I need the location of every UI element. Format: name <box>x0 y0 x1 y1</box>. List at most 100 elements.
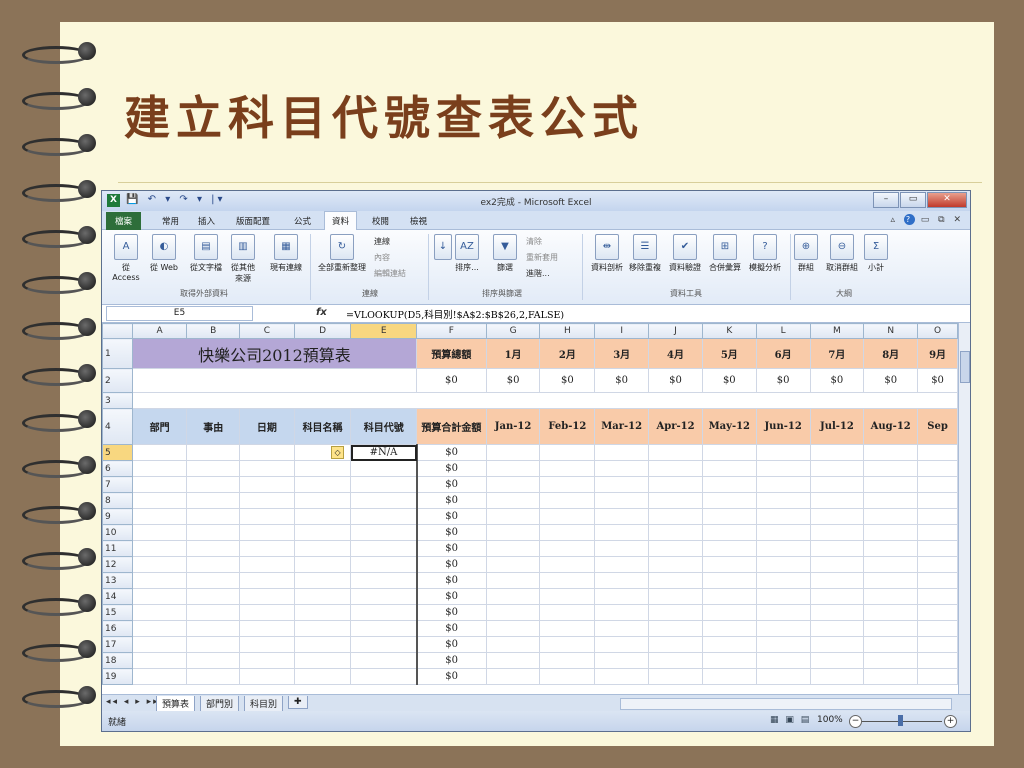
column-header[interactable]: O <box>917 323 958 339</box>
cell[interactable] <box>594 620 650 637</box>
cell[interactable] <box>863 556 919 573</box>
cell[interactable] <box>809 620 865 637</box>
cell[interactable] <box>917 476 958 493</box>
row-header[interactable]: 7 <box>102 476 133 493</box>
sheet-tab-department[interactable]: 部門別 <box>200 696 240 712</box>
cell[interactable] <box>863 476 919 493</box>
zoom-level[interactable]: 100% <box>817 715 843 725</box>
cell[interactable] <box>809 540 865 557</box>
cell[interactable] <box>350 508 418 525</box>
cell[interactable]: $0 <box>755 368 811 393</box>
sheet-title-cell[interactable]: 快樂公司2012預算表 <box>131 338 418 369</box>
ungroup-button[interactable]: ⊖ 取消群組 <box>822 234 862 273</box>
cell[interactable] <box>594 636 650 653</box>
cell[interactable] <box>594 572 650 589</box>
cell[interactable] <box>239 492 295 509</box>
cell[interactable] <box>350 588 418 605</box>
cell[interactable] <box>186 604 241 621</box>
cell[interactable] <box>648 492 703 509</box>
cell[interactable] <box>755 668 811 685</box>
row-header[interactable]: 17 <box>102 636 133 653</box>
remove-duplicates-button[interactable]: ☰ 移除重複 <box>626 234 664 273</box>
cell[interactable] <box>485 492 541 509</box>
row-header[interactable]: 14 <box>102 588 133 605</box>
cell[interactable] <box>350 476 418 493</box>
cell[interactable] <box>131 392 958 409</box>
cell[interactable]: ◇ <box>293 444 352 461</box>
data-validation-button[interactable]: ✔ 資料驗證 <box>666 234 704 273</box>
cell[interactable]: $0 <box>485 368 541 393</box>
cell[interactable] <box>701 476 757 493</box>
tab-view[interactable]: 檢視 <box>404 214 433 228</box>
cell[interactable] <box>131 540 188 557</box>
cell[interactable] <box>293 540 352 557</box>
from-web-button[interactable]: ◐ 從 Web <box>146 234 182 273</box>
column-header[interactable]: M <box>809 323 865 339</box>
cell[interactable] <box>863 572 919 589</box>
month-header[interactable]: Feb-12 <box>539 408 596 445</box>
cell[interactable] <box>186 524 241 541</box>
cell[interactable] <box>131 636 188 653</box>
row-header[interactable]: 5 <box>102 444 133 461</box>
cell[interactable] <box>131 460 188 477</box>
cell[interactable]: $0 <box>594 368 650 393</box>
cell[interactable] <box>239 588 295 605</box>
cell[interactable] <box>131 492 188 509</box>
cell[interactable] <box>809 604 865 621</box>
cell[interactable] <box>701 492 757 509</box>
cell[interactable] <box>485 636 541 653</box>
cell[interactable] <box>186 652 241 669</box>
cell[interactable] <box>539 636 596 653</box>
cell[interactable] <box>701 668 757 685</box>
advanced-button[interactable]: 進階... <box>526 268 550 279</box>
cell[interactable] <box>594 460 650 477</box>
cell[interactable] <box>293 492 352 509</box>
cell[interactable] <box>131 556 188 573</box>
reapply-button[interactable]: 重新套用 <box>526 252 558 263</box>
cell[interactable] <box>485 588 541 605</box>
tab-home[interactable]: 常用 <box>156 214 185 228</box>
filter-button[interactable]: ▼ 篩選 <box>492 234 518 273</box>
cell[interactable] <box>594 556 650 573</box>
cell[interactable] <box>131 652 188 669</box>
tab-formulas[interactable]: 公式 <box>288 214 317 228</box>
cell[interactable] <box>809 508 865 525</box>
column-header[interactable]: A <box>131 323 188 339</box>
cell[interactable] <box>809 492 865 509</box>
cell[interactable] <box>755 460 811 477</box>
cell[interactable] <box>293 636 352 653</box>
sheet-tab-accounts[interactable]: 科目別 <box>244 696 284 712</box>
cell[interactable] <box>539 476 596 493</box>
cell[interactable] <box>755 444 811 461</box>
budget-subtotal-cell[interactable]: $0 <box>415 540 487 557</box>
cell[interactable] <box>809 636 865 653</box>
cell[interactable] <box>350 652 418 669</box>
vertical-scrollbar[interactable] <box>958 323 970 694</box>
budget-subtotal-cell[interactable]: $0 <box>415 524 487 541</box>
budget-subtotal-cell[interactable]: $0 <box>415 604 487 621</box>
column-header[interactable]: B <box>186 323 241 339</box>
cell[interactable] <box>755 636 811 653</box>
month-header[interactable]: 7月 <box>809 338 865 369</box>
header-account-code[interactable]: 科目代號 <box>350 408 418 445</box>
month-header[interactable]: Jun-12 <box>755 408 811 445</box>
row-header[interactable]: 9 <box>102 508 133 525</box>
cell[interactable] <box>809 444 865 461</box>
cell[interactable] <box>594 492 650 509</box>
cell[interactable] <box>186 460 241 477</box>
cell[interactable] <box>594 508 650 525</box>
cell[interactable] <box>701 604 757 621</box>
cell[interactable] <box>131 476 188 493</box>
cell[interactable] <box>755 604 811 621</box>
cell[interactable] <box>186 668 241 685</box>
cell[interactable] <box>239 476 295 493</box>
cell[interactable] <box>648 636 703 653</box>
cell[interactable] <box>863 508 919 525</box>
cell[interactable] <box>131 444 188 461</box>
cell[interactable] <box>701 572 757 589</box>
column-header[interactable]: H <box>539 323 596 339</box>
cell[interactable] <box>539 652 596 669</box>
cell[interactable] <box>485 524 541 541</box>
cell[interactable] <box>809 460 865 477</box>
cell[interactable]: $0 <box>809 368 865 393</box>
